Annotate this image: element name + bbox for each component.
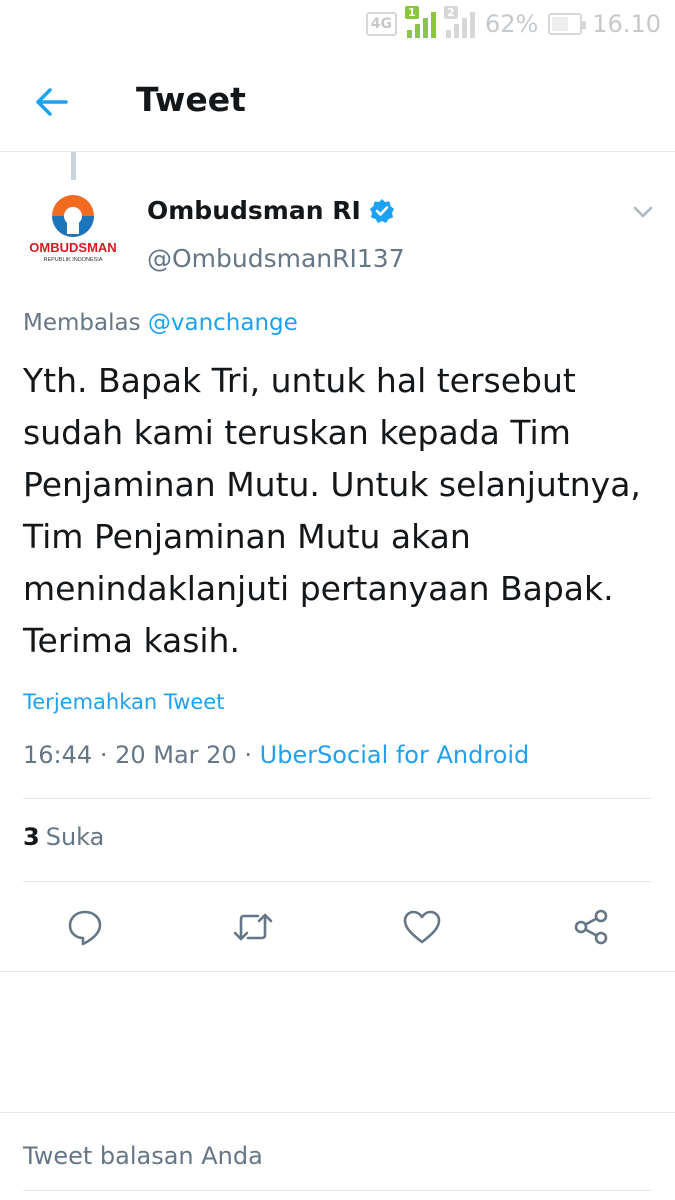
- divider: [0, 1112, 675, 1113]
- retweet-icon: [233, 913, 273, 941]
- arrow-left-icon: [36, 88, 68, 116]
- network-type: 4G: [365, 12, 397, 36]
- author-name-text: Ombudsman RI: [147, 196, 361, 225]
- avatar[interactable]: OMBUDSMAN REPUBLIK INDONESIA: [23, 188, 123, 288]
- avatar-logo-text: OMBUDSMAN: [29, 240, 116, 255]
- sim1-label: 1: [404, 6, 419, 19]
- divider: [23, 798, 652, 799]
- meta-separator: ·: [99, 741, 108, 769]
- sim2-label: 2: [443, 6, 458, 19]
- translate-tweet-link[interactable]: Terjemahkan Tweet: [23, 690, 224, 714]
- reply-mention-link[interactable]: @vanchange: [148, 310, 298, 336]
- avatar-logo-subtext: REPUBLIK INDONESIA: [44, 257, 103, 263]
- sim2-signal-icon: 2: [443, 6, 475, 38]
- status-icons: 4G 1 2 62% 16.10: [365, 6, 661, 40]
- reply-context: Membalas @vanchange: [23, 310, 298, 336]
- ombudsman-logo-icon: OMBUDSMAN REPUBLIK INDONESIA: [29, 195, 117, 263]
- thread-connector: [71, 152, 76, 180]
- likes-count: 3: [23, 823, 40, 851]
- divider: [23, 881, 652, 882]
- heart-icon: [403, 910, 441, 944]
- status-bar: 4G 1 2 62% 16.10: [0, 0, 675, 50]
- tweet-meta: 16:44 · 20 Mar 20 · UberSocial for Andro…: [23, 741, 529, 769]
- retweet-button[interactable]: [231, 905, 275, 949]
- tweet-source-link[interactable]: UberSocial for Android: [260, 741, 530, 769]
- app-header: Tweet: [0, 50, 675, 152]
- battery-icon: [548, 13, 587, 35]
- likes-label: Suka: [45, 823, 105, 851]
- author-name[interactable]: Ombudsman RI: [147, 196, 395, 225]
- tweet-time: 16:44: [23, 741, 93, 769]
- verified-badge-icon: [369, 198, 394, 223]
- meta-separator: ·: [244, 741, 252, 769]
- back-button[interactable]: [30, 80, 74, 124]
- likes-link[interactable]: 3 Suka: [23, 823, 104, 851]
- tweet-date: 20 Mar 20: [115, 741, 237, 769]
- clock: 16.10: [592, 10, 661, 38]
- battery-percent: 62%: [484, 10, 539, 38]
- sim1-signal-icon: 1: [404, 6, 436, 38]
- reply-button[interactable]: [63, 905, 107, 949]
- page-title: Tweet: [136, 80, 246, 119]
- tweet-text: Yth. Bapak Tri, untuk hal tersebut sudah…: [23, 361, 641, 660]
- battery-level: [552, 17, 569, 31]
- chevron-down-icon: [633, 206, 653, 218]
- reply-compose-input[interactable]: Tweet balasan Anda: [23, 1142, 263, 1170]
- tweet-actions: [0, 905, 675, 953]
- like-button[interactable]: [400, 905, 444, 949]
- share-button[interactable]: [569, 905, 613, 949]
- share-icon: [574, 909, 608, 945]
- reply-prefix: Membalas: [23, 310, 141, 336]
- divider: [0, 971, 675, 972]
- author-handle[interactable]: @OmbudsmanRI137: [147, 244, 405, 273]
- divider: [23, 1190, 652, 1191]
- more-options-button[interactable]: [631, 200, 655, 224]
- reply-icon: [68, 910, 102, 946]
